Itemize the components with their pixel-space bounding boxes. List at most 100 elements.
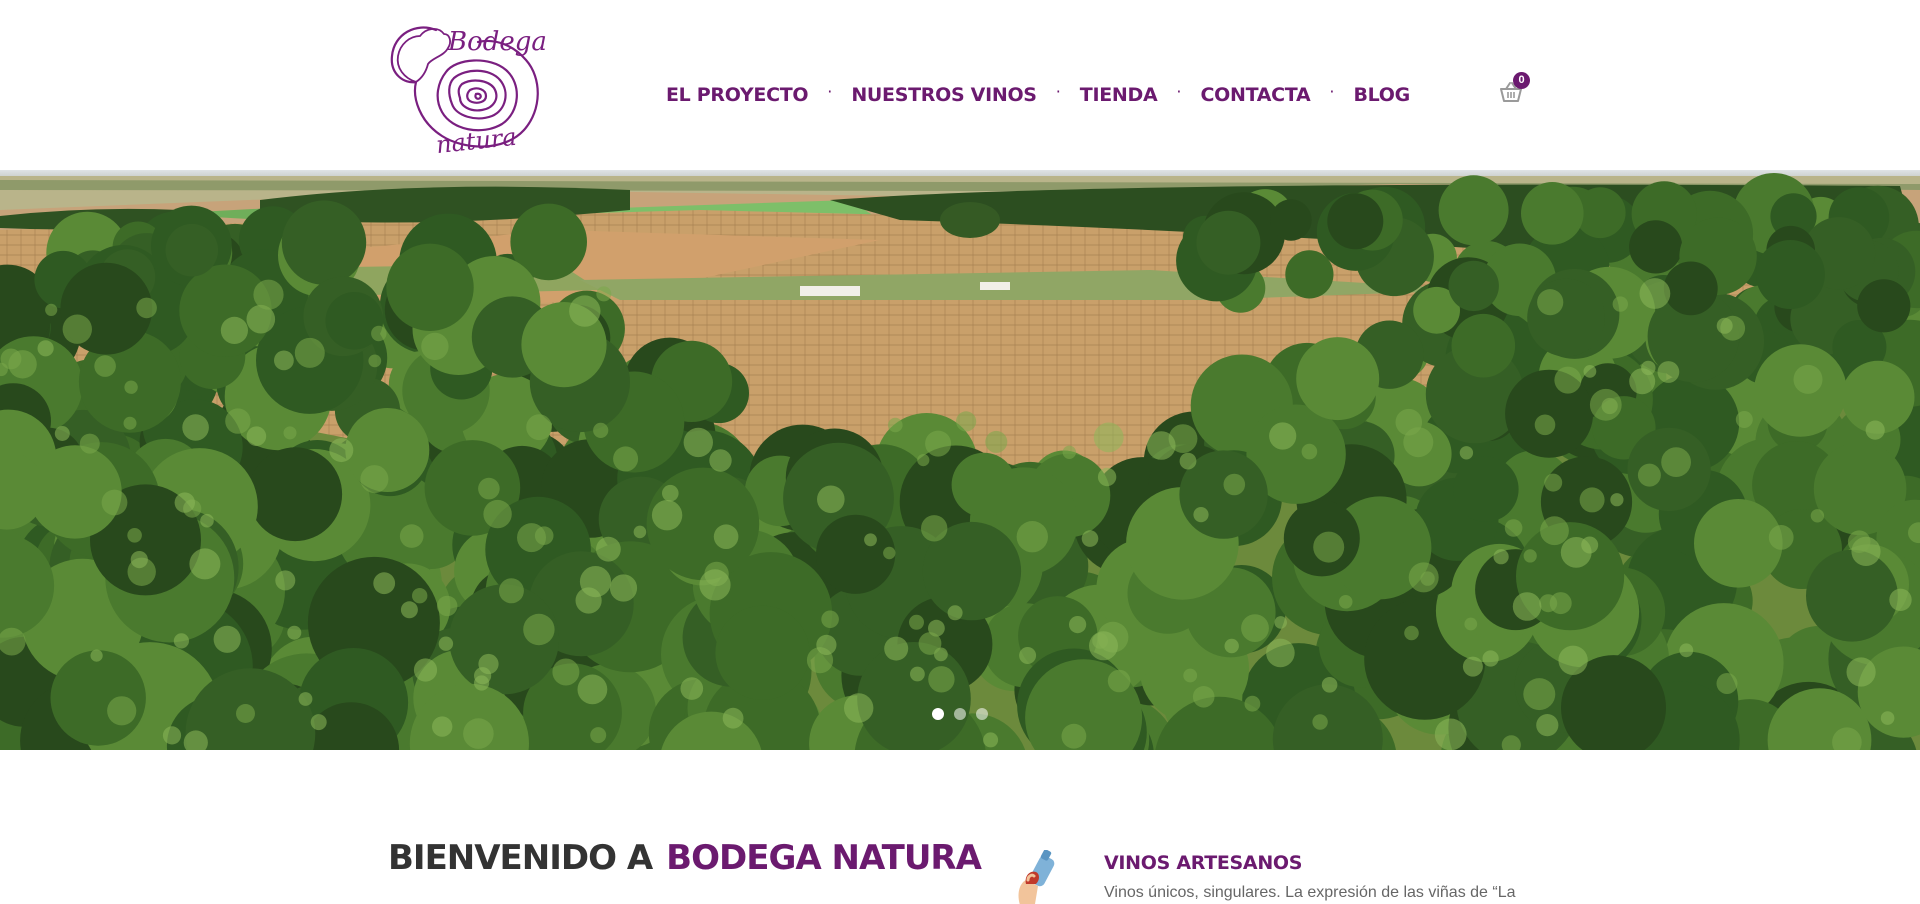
tree-highlight: [1554, 366, 1582, 394]
tree-crown: [1285, 250, 1334, 299]
tree-highlight: [1523, 678, 1556, 711]
tree-highlight: [596, 286, 612, 302]
nav-item-nuestros-vinos[interactable]: NUESTROS VINOS: [851, 84, 1037, 106]
tree-crown: [1527, 278, 1605, 357]
tree-highlight: [1403, 427, 1434, 458]
tree-highlight: [1338, 595, 1353, 609]
tree-highlight: [1321, 677, 1338, 693]
slider-pagination: [932, 708, 988, 720]
tree-highlight: [136, 297, 157, 319]
tree-highlight: [523, 613, 555, 646]
tree-highlight: [173, 633, 189, 649]
tree-highlight: [371, 325, 387, 342]
tree-highlight: [162, 726, 182, 745]
nav-item-tienda[interactable]: TIENDA: [1080, 84, 1158, 106]
tree-highlight: [174, 492, 195, 513]
tree-highlight: [310, 714, 327, 731]
tree-highlight: [552, 658, 580, 686]
tree-highlight: [373, 572, 396, 595]
hero-image: [0, 170, 1920, 750]
tree-highlight: [474, 675, 490, 691]
tree-highlight: [680, 677, 704, 700]
tree-highlight: [596, 536, 621, 562]
logo-text-bodega: Bodega: [447, 27, 546, 57]
tree-crown: [1755, 240, 1825, 309]
tree-crown: [1857, 279, 1911, 333]
tree-highlight: [1579, 487, 1605, 513]
bodega-natura-logo[interactable]: Bodega natura: [386, 12, 547, 160]
tree-highlight: [1224, 638, 1239, 654]
tree-highlight: [593, 422, 609, 438]
tree-highlight: [947, 605, 963, 621]
tree-highlight: [1420, 571, 1435, 586]
tree-highlight: [432, 716, 453, 737]
nav-item-contacta[interactable]: CONTACTA: [1200, 84, 1310, 106]
tree-crown: [1448, 260, 1499, 312]
tree-highlight: [1537, 289, 1564, 316]
tree-highlight: [1558, 645, 1588, 675]
tree-highlight: [1768, 525, 1794, 550]
tree-highlight: [633, 525, 647, 539]
tree-highlight: [1062, 445, 1077, 459]
tree-highlight: [1434, 718, 1467, 750]
hero-slider[interactable]: [0, 170, 1920, 750]
tree-highlight: [1612, 296, 1629, 312]
tree-highlight: [722, 707, 744, 729]
tree-highlight: [1735, 411, 1753, 428]
tree-highlight: [478, 653, 499, 675]
tree-highlight: [1097, 467, 1117, 487]
tree-highlight: [713, 524, 739, 549]
tree-highlight: [526, 414, 552, 441]
tree-highlight: [220, 316, 248, 344]
tree-highlight: [1610, 493, 1624, 507]
tree-highlight: [1464, 617, 1478, 631]
slide-dot-3[interactable]: [976, 708, 988, 720]
tree-crown: [1296, 337, 1380, 421]
tree-highlight: [1534, 414, 1556, 436]
tree-highlight: [883, 546, 896, 560]
tree-highlight: [124, 380, 138, 394]
tree-highlight: [609, 574, 638, 602]
tree-highlight: [1716, 673, 1738, 694]
tree-highlight: [1462, 656, 1483, 677]
tree-crown: [1438, 175, 1509, 246]
tree-highlight: [1679, 643, 1694, 658]
tree-highlight: [437, 595, 458, 617]
tree-crown: [1270, 199, 1312, 241]
tree-highlight: [225, 408, 251, 434]
tree-crown: [386, 243, 474, 331]
tree-highlight: [1716, 317, 1733, 334]
slide-dot-2[interactable]: [954, 708, 966, 720]
tree-highlight: [1583, 365, 1597, 378]
nav-item-el-proyecto[interactable]: EL PROYECTO: [666, 84, 809, 106]
tree-highlight: [1313, 531, 1345, 563]
tree-highlight: [274, 350, 294, 371]
tree-highlight: [575, 587, 602, 614]
welcome-heading: BIENVENIDO A BODEGA NATURA: [388, 838, 982, 878]
tree-highlight: [298, 692, 313, 706]
tree-highlight: [236, 704, 255, 723]
tree-highlight: [844, 693, 874, 723]
tree-highlight: [478, 477, 500, 500]
tree-crown: [325, 292, 384, 350]
page: Bodega natura EL PROYECTO · NUESTROS VIN…: [0, 0, 1920, 904]
tree-highlight: [253, 279, 284, 310]
slide-dot-1[interactable]: [932, 708, 944, 720]
tree-highlight: [1459, 446, 1474, 460]
tree-highlight: [182, 414, 209, 441]
nav-separator: ·: [1055, 82, 1061, 101]
tree-highlight: [1589, 388, 1622, 421]
tree-highlight: [294, 337, 325, 368]
tree-highlight: [1183, 668, 1198, 683]
feature-text: Vinos únicos, singulares. La expresión d…: [1104, 884, 1516, 901]
tree-highlight: [438, 636, 454, 651]
tree-highlight: [1637, 463, 1661, 487]
tree-highlight: [1536, 714, 1559, 737]
tree-highlight: [329, 438, 354, 463]
tree-highlight: [127, 528, 142, 543]
nav-item-blog[interactable]: BLOG: [1353, 84, 1410, 106]
tree-highlight: [1081, 530, 1099, 547]
tree-highlight: [1880, 711, 1895, 725]
tree-highlight: [1312, 714, 1328, 730]
tree-highlight: [1179, 452, 1197, 470]
